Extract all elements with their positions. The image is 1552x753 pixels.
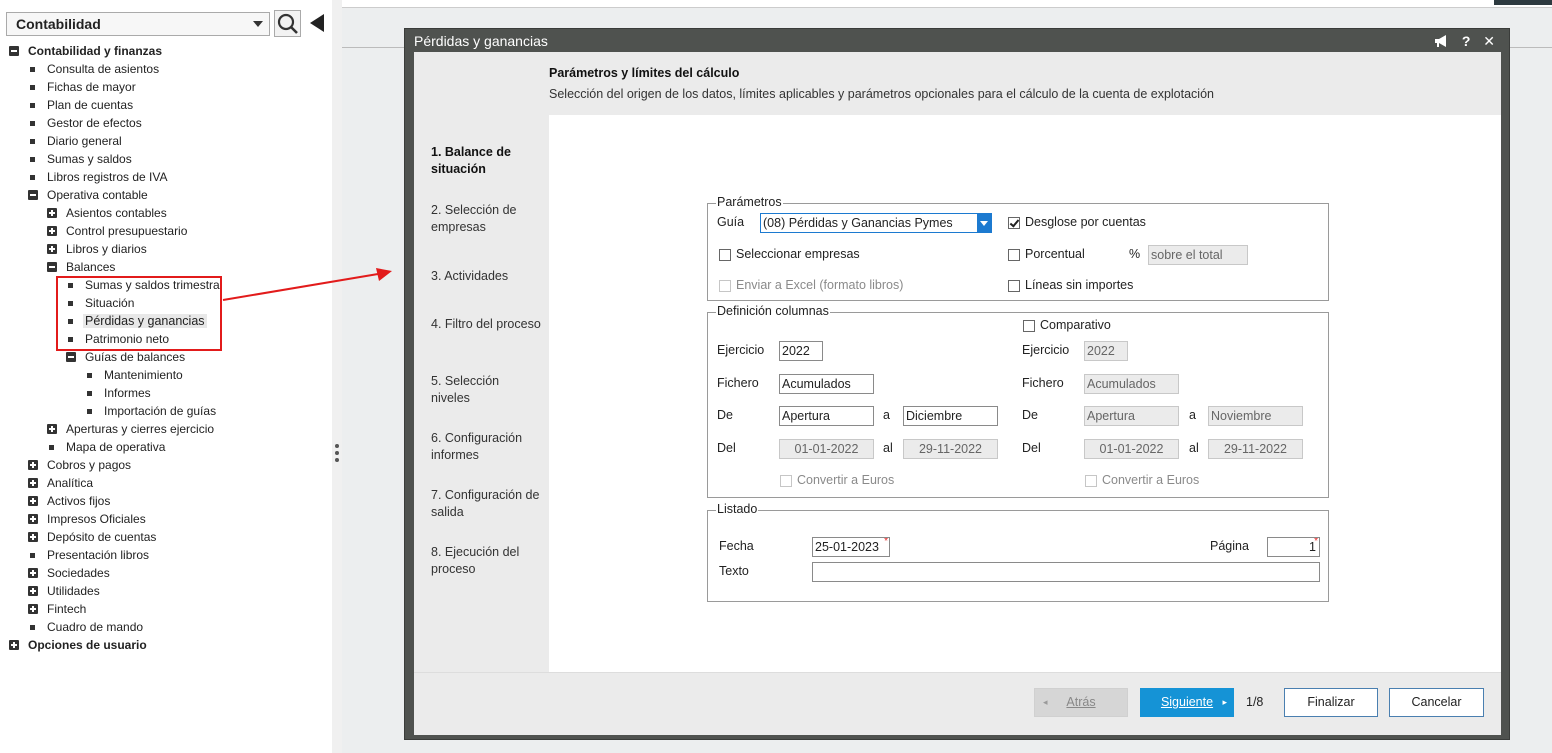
- desglose-label: Desglose por cuentas: [1025, 215, 1146, 229]
- chevron-left-icon: ◂: [1043, 697, 1048, 707]
- guia-label: Guía: [717, 215, 745, 229]
- seleccionar-empresas-label: Seleccionar empresas: [736, 247, 860, 261]
- fecha-input[interactable]: 25-01-2023 *: [812, 537, 890, 557]
- convertir-euros-label: Convertir a Euros: [797, 473, 895, 487]
- fecha-value: 25-01-2023: [815, 540, 879, 554]
- enviar-excel-label: Enviar a Excel (formato libros): [736, 278, 904, 292]
- parametros-group: Parámetros Guía (08) Pérdidas y Ganancia…: [707, 195, 1329, 301]
- wizard-step[interactable]: 4. Filtro del proceso: [431, 316, 541, 333]
- fichero-input[interactable]: Acumulados: [779, 374, 874, 394]
- a-compare-input[interactable]: Noviembre: [1208, 406, 1303, 426]
- a-label: a: [883, 408, 890, 422]
- ejercicio-compare-input[interactable]: 2022: [1084, 341, 1128, 361]
- wizard-step[interactable]: 8. Ejecución del proceso: [431, 544, 541, 578]
- fichero-compare-label: Fichero: [1022, 376, 1064, 390]
- ejercicio-label: Ejercicio: [717, 343, 765, 357]
- step-header-subtitle: Selección del origen de los datos, límit…: [549, 87, 1214, 101]
- back-button[interactable]: ◂ Atrás: [1034, 688, 1128, 717]
- help-icon[interactable]: ?: [1462, 33, 1471, 49]
- dialog-title: Pérdidas y ganancias: [414, 33, 548, 49]
- enviar-excel-checkbox[interactable]: [719, 280, 731, 292]
- step-header-title: Parámetros y límites del cálculo: [549, 66, 740, 80]
- comparativo-checkbox[interactable]: [1023, 320, 1035, 332]
- porcentual-label: Porcentual: [1025, 247, 1085, 261]
- percent-sign: %: [1129, 247, 1141, 261]
- a-compare-label: a: [1189, 408, 1196, 422]
- listado-legend: Listado: [716, 502, 759, 516]
- porcentual-checkbox[interactable]: [1008, 249, 1020, 261]
- guia-select-value: (08) Pérdidas y Ganancias Pymes: [763, 216, 953, 230]
- pagina-label: Página: [1210, 539, 1249, 553]
- ejercicio-input[interactable]: 2022: [779, 341, 823, 361]
- step-content: Parámetros Guía (08) Pérdidas y Ganancia…: [549, 115, 1501, 672]
- close-icon[interactable]: ✕: [1483, 33, 1495, 49]
- guia-select[interactable]: (08) Pérdidas y Ganancias Pymes: [760, 213, 992, 233]
- wizard-step[interactable]: 2. Selección de empresas: [431, 202, 541, 236]
- chevron-down-icon: [977, 214, 991, 232]
- de-compare-input[interactable]: Apertura: [1084, 406, 1179, 426]
- next-button-label: Siguiente: [1160, 695, 1214, 709]
- convertir-euros-compare-checkbox[interactable]: [1085, 475, 1097, 487]
- texto-input[interactable]: [812, 562, 1320, 582]
- next-button[interactable]: Siguiente ▸: [1140, 688, 1234, 717]
- wizard-footer: ◂ Atrás Siguiente ▸ 1/8 Finalizar Cancel…: [414, 672, 1501, 735]
- de-label: De: [717, 408, 733, 422]
- comparativo-label: Comparativo: [1040, 318, 1111, 332]
- lineas-sin-importes-checkbox[interactable]: [1008, 280, 1020, 292]
- convertir-euros-checkbox[interactable]: [780, 475, 792, 487]
- al-compare-input[interactable]: 29-11-2022: [1208, 439, 1303, 459]
- wizard-step[interactable]: 7. Configuración de salida: [431, 487, 541, 521]
- wizard-step[interactable]: 5. Selección niveles: [431, 373, 541, 407]
- wizard-step[interactable]: 3. Actividades: [431, 268, 541, 285]
- porcentual-input[interactable]: sobre el total: [1148, 245, 1248, 265]
- parametros-legend: Parámetros: [716, 195, 783, 209]
- del-compare-input[interactable]: 01-01-2022: [1084, 439, 1179, 459]
- al-compare-label: al: [1189, 441, 1199, 455]
- fichero-compare-input[interactable]: Acumulados: [1084, 374, 1179, 394]
- de-input[interactable]: Apertura: [779, 406, 874, 426]
- required-mark: *: [1314, 537, 1318, 547]
- page-count: 1/8: [1246, 695, 1264, 709]
- del-label: Del: [717, 441, 736, 455]
- texto-label: Texto: [719, 564, 749, 578]
- del-compare-label: Del: [1022, 441, 1041, 455]
- pagina-input[interactable]: 1 *: [1267, 537, 1320, 557]
- seleccionar-empresas-checkbox[interactable]: [719, 249, 731, 261]
- al-input[interactable]: 29-11-2022: [903, 439, 998, 459]
- lineas-sin-importes-label: Líneas sin importes: [1025, 278, 1134, 292]
- chevron-right-icon: ▸: [1222, 697, 1227, 707]
- cancel-button[interactable]: Cancelar: [1389, 688, 1484, 717]
- desglose-checkbox[interactable]: [1008, 217, 1020, 229]
- columnas-legend: Definición columnas: [716, 304, 830, 318]
- back-button-label: Atrás: [1066, 695, 1096, 709]
- fichero-label: Fichero: [717, 376, 759, 390]
- de-compare-label: De: [1022, 408, 1038, 422]
- wizard-dialog: Pérdidas y ganancias ? ✕ 1. Balance de s…: [404, 28, 1510, 740]
- a-input[interactable]: Diciembre: [903, 406, 998, 426]
- listado-group: Listado Fecha 25-01-2023 * Página 1 * Te…: [707, 502, 1329, 602]
- required-mark: *: [884, 537, 888, 547]
- dialog-body: 1. Balance de situación 2. Selección de e…: [414, 52, 1501, 735]
- ejercicio-compare-label: Ejercicio: [1022, 343, 1070, 357]
- al-label: al: [883, 441, 893, 455]
- fecha-label: Fecha: [719, 539, 754, 553]
- title-bar-icons: ? ✕: [1425, 33, 1495, 50]
- megaphone-icon[interactable]: [1434, 33, 1453, 49]
- wizard-step[interactable]: 6. Configuración informes: [431, 430, 541, 464]
- wizard-step[interactable]: 1. Balance de situación: [431, 144, 541, 178]
- del-input[interactable]: 01-01-2022: [779, 439, 874, 459]
- finish-button[interactable]: Finalizar: [1284, 688, 1378, 717]
- convertir-euros-compare-label: Convertir a Euros: [1102, 473, 1200, 487]
- columnas-group: Definición columnas Comparativo Ejercici…: [707, 304, 1329, 498]
